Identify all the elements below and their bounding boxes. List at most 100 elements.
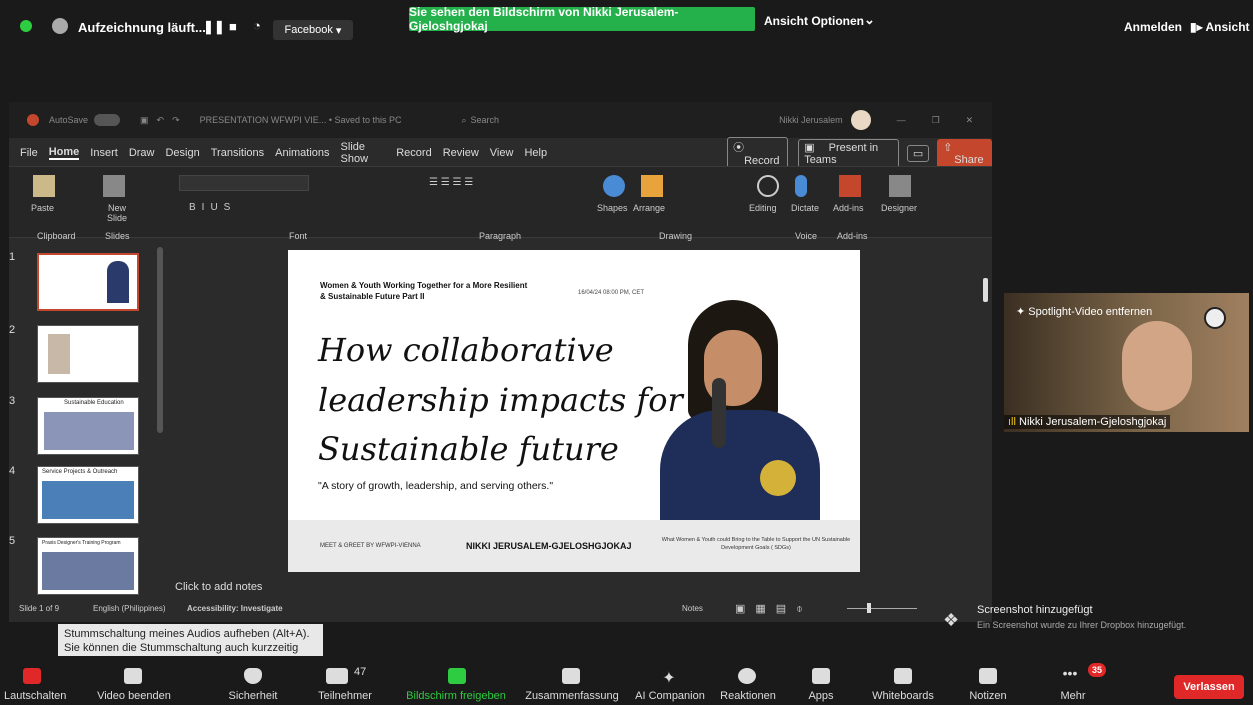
share-button[interactable]: ⇧ Share (937, 138, 992, 168)
thumb-number: 3 (9, 395, 16, 407)
designer-icon[interactable] (889, 175, 911, 197)
shapes-icon[interactable] (603, 175, 625, 197)
rss-icon[interactable]: ◔ (253, 18, 261, 33)
notes-placeholder[interactable]: Click to add notes (175, 581, 262, 593)
thumb-photo (107, 261, 129, 303)
user-name: Nikki Jerusalem (779, 115, 843, 125)
maximize-icon[interactable]: ❐ (932, 115, 940, 126)
participant-video[interactable]: ✦ Spotlight-Video entfernen ıll Nikki Je… (1004, 293, 1249, 432)
addins-icon[interactable] (839, 175, 861, 197)
arrange-icon[interactable] (641, 175, 663, 197)
paste-icon[interactable] (33, 175, 55, 197)
dropbox-icon: ❖ (943, 610, 960, 630)
view-buttons[interactable]: ▣▦▤⌽ (735, 602, 813, 616)
shield-icon[interactable] (20, 20, 32, 32)
recording-status[interactable]: Aufzeichnung läuft... (78, 20, 206, 35)
participant-name: ıll Nikki Jerusalem-Gjeloshgjokaj (1004, 415, 1171, 429)
tab-animations[interactable]: Animations (275, 147, 329, 159)
tab-draw[interactable]: Draw (129, 147, 155, 159)
security-label: Sicherheit (228, 690, 278, 702)
dropbox-toast[interactable]: ❖ Screenshot hinzugefügt Ein Screenshot … (943, 602, 1253, 642)
unmute-button[interactable]: Lautschalten (4, 668, 66, 702)
powerpoint-logo-icon (27, 114, 39, 126)
record-cloud-icon (52, 18, 68, 34)
share-screen-button[interactable]: Bildschirm freigeben (398, 668, 514, 702)
tab-file[interactable]: File (20, 147, 38, 159)
spotlight-remove-button[interactable]: ✦ Spotlight-Video entfernen (1016, 305, 1152, 318)
tab-view[interactable]: View (490, 147, 514, 159)
ribbon-tabs: File Home Insert Draw Design Transitions… (9, 137, 992, 169)
security-button[interactable]: Sicherheit (226, 668, 280, 702)
sparkle-icon: ✦ (662, 670, 676, 687)
font-family-select[interactable] (179, 175, 309, 191)
undo-icon[interactable]: ↶ (157, 115, 165, 126)
minimize-icon[interactable]: — (897, 115, 906, 125)
stop-icon[interactable]: ■ (229, 19, 237, 34)
avatar[interactable] (850, 110, 871, 130)
save-icon[interactable]: ▣ (140, 115, 149, 126)
tab-transitions[interactable]: Transitions (211, 147, 264, 159)
zoom-slider[interactable] (847, 608, 917, 609)
share-banner: Sie sehen den Bildschirm von Nikki Jerus… (409, 5, 755, 33)
thumb-photo (42, 552, 134, 590)
language-indicator[interactable]: English (Philippines) (93, 604, 165, 613)
slide-canvas[interactable]: Women & Youth Working Together for a Mor… (288, 250, 860, 572)
tab-slideshow[interactable]: Slide Show (341, 141, 386, 165)
tab-design[interactable]: Design (165, 147, 199, 159)
notes-toggle[interactable]: Notes (682, 604, 703, 613)
chevron-down-icon[interactable]: ⌄ (864, 12, 875, 28)
slide-scrollbar[interactable] (983, 278, 988, 302)
clock-icon (1204, 307, 1226, 329)
autosave-toggle[interactable] (94, 114, 121, 126)
dictate-label: Dictate (791, 203, 820, 213)
view-options-button[interactable]: Ansicht Optionen (764, 14, 864, 28)
summary-button[interactable]: Zusammenfassung (524, 668, 620, 702)
thumbnail-slide-1[interactable] (37, 253, 139, 311)
microphone-icon[interactable] (795, 175, 807, 197)
arrange-label: Arrange (633, 203, 666, 213)
redo-icon[interactable]: ↷ (172, 115, 180, 126)
group-paragraph: Paragraph (479, 231, 522, 241)
more-dots-icon: ••• (1062, 665, 1078, 681)
thumbnail-slide-5[interactable]: Praxis Designer's Training Program (37, 537, 139, 595)
search-icon[interactable]: ⌕ (462, 115, 467, 126)
facebook-stream-button[interactable]: Facebook ▾ (273, 20, 353, 40)
apps-button[interactable]: Apps (798, 668, 844, 702)
powerpoint-window: AutoSave ▣ ↶ ↷ PRESENTATION WFWPI VIE...… (9, 102, 992, 622)
participants-button[interactable]: 47 Teilnehmer (312, 666, 378, 702)
record-button[interactable]: ⦿ Record (727, 137, 789, 169)
thumbnail-slide-2[interactable] (37, 325, 139, 383)
close-icon[interactable]: ✕ (966, 115, 974, 126)
accessibility-indicator[interactable]: Accessibility: Investigate (187, 604, 283, 613)
pause-icon[interactable]: ❚❚ (203, 19, 225, 35)
font-format-buttons[interactable]: BIUS (189, 202, 236, 213)
tab-help[interactable]: Help (524, 147, 547, 159)
new-slide-icon[interactable] (103, 175, 125, 197)
leave-button[interactable]: Verlassen (1174, 675, 1244, 699)
video-button[interactable]: Video beenden (96, 668, 172, 702)
tab-insert[interactable]: Insert (90, 147, 118, 159)
speaker-photo (648, 300, 838, 525)
signin-button[interactable]: Anmelden (1124, 20, 1182, 34)
notes-button[interactable]: Notizen (966, 668, 1010, 702)
search-box[interactable]: Search (471, 115, 500, 125)
ai-companion-button[interactable]: ✦ AI Companion (632, 668, 708, 702)
view-button[interactable]: ▮▸ Ansicht (1190, 20, 1250, 34)
editing-search-icon[interactable] (757, 175, 779, 197)
whiteboards-button[interactable]: Whiteboards (866, 668, 940, 702)
paste-label: Paste (31, 203, 55, 213)
thumb-number: 4 (9, 465, 16, 477)
autosave-label: AutoSave (49, 115, 89, 125)
zoom-slider-thumb[interactable] (867, 603, 871, 613)
comments-icon[interactable]: ▭ (906, 144, 930, 162)
tab-review[interactable]: Review (443, 147, 479, 159)
present-in-teams-button[interactable]: ▣ Present in Teams (798, 138, 899, 168)
tab-home[interactable]: Home (48, 146, 80, 160)
ribbon: Paste New Slide BIUS ☰ ☰ ☰ ☰ Shapes Arra… (9, 166, 992, 241)
reactions-button[interactable]: Reaktionen (716, 668, 780, 702)
thumbnail-slide-4[interactable]: Service Projects & Outreach (37, 466, 139, 524)
thumbnail-scrollbar[interactable] (157, 247, 163, 433)
list-buttons[interactable]: ☰ ☰ ☰ ☰ (429, 177, 473, 188)
thumbnail-slide-3[interactable]: Sustainable Education (37, 397, 139, 455)
tab-record[interactable]: Record (396, 147, 431, 159)
